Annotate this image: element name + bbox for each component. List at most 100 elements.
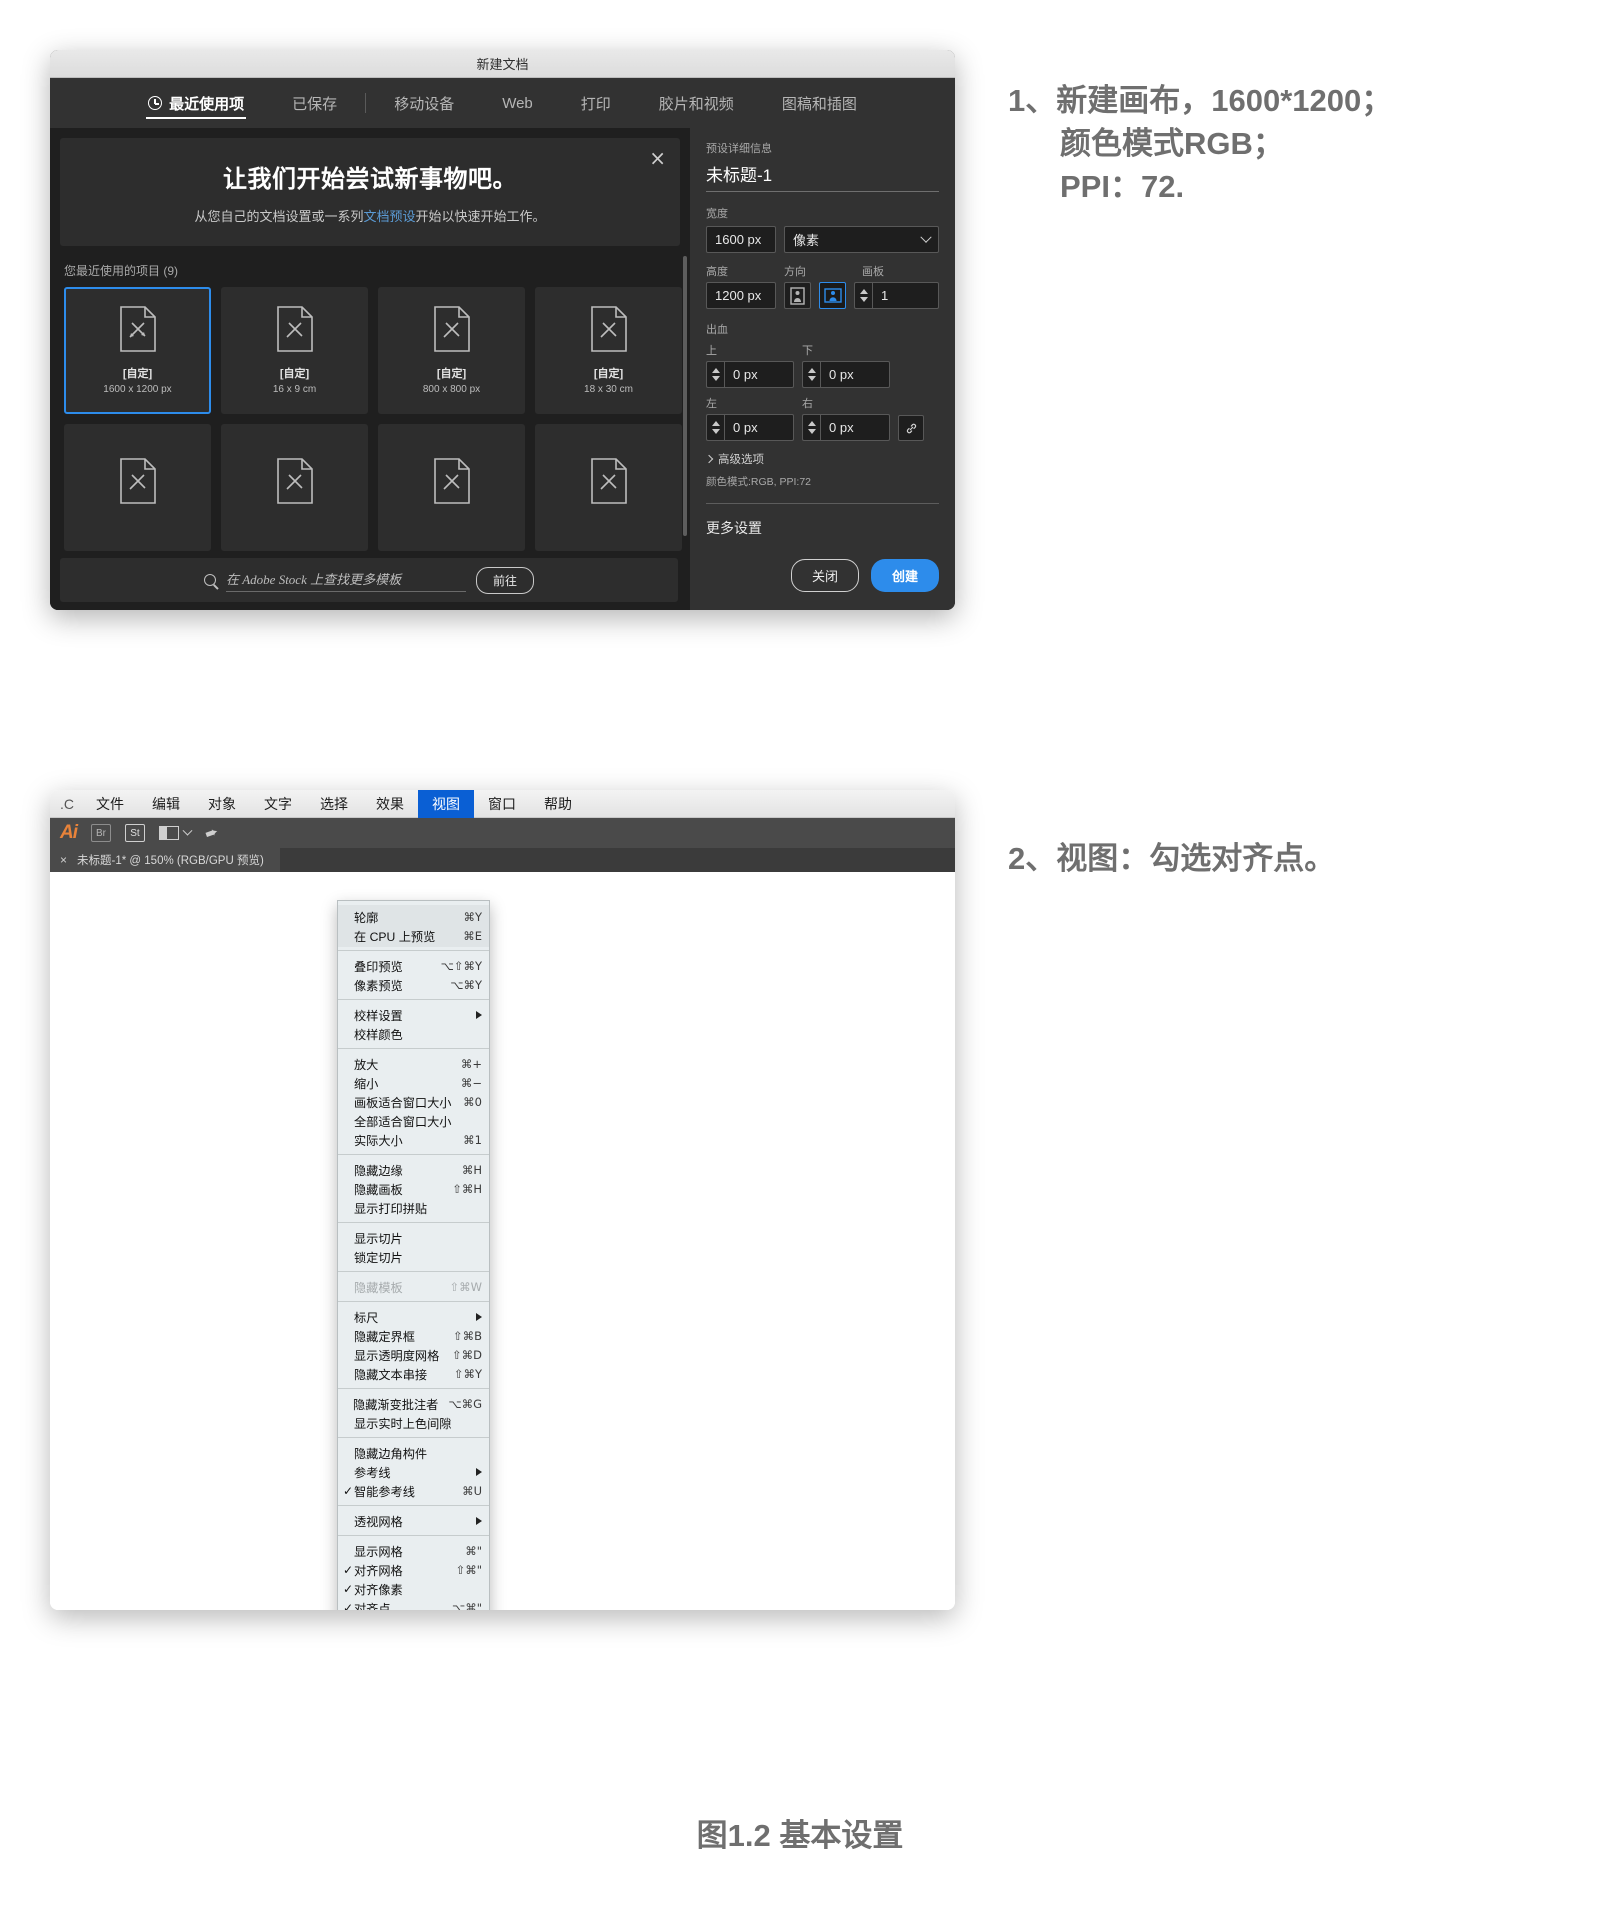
menu-item-hide-corner-widget[interactable]: 隐藏边角构件 bbox=[338, 1443, 489, 1462]
width-input[interactable]: 1600 px bbox=[706, 226, 776, 253]
menu-select[interactable]: 选择 bbox=[306, 790, 362, 818]
menu-item-snap-to-point[interactable]: ✓ 对齐点 ⌥⌘" bbox=[338, 1598, 489, 1610]
menu-item-shortcut: ⌘H bbox=[462, 1163, 482, 1177]
tab-web[interactable]: Web bbox=[478, 78, 557, 128]
recent-item-name: [自定] bbox=[594, 365, 623, 381]
bleed-top-stepper[interactable] bbox=[706, 361, 724, 388]
menu-item-smart-guides[interactable]: ✓ 智能参考线 ⌘U bbox=[338, 1481, 489, 1500]
bridge-icon[interactable]: Br bbox=[91, 824, 111, 842]
bleed-right-stepper[interactable] bbox=[802, 414, 820, 441]
bleed-left-label: 左 bbox=[706, 395, 794, 411]
link-bleed-icon[interactable] bbox=[898, 415, 924, 441]
menu-item-overprint-preview[interactable]: 叠印预览 ⌥⇧⌘Y bbox=[338, 956, 489, 975]
tab-recent[interactable]: 最近使用项 bbox=[124, 78, 268, 128]
menu-edit[interactable]: 编辑 bbox=[138, 790, 194, 818]
close-icon[interactable]: × bbox=[649, 148, 666, 168]
menu-separator bbox=[338, 1222, 489, 1223]
recent-item-card[interactable] bbox=[535, 424, 682, 551]
height-input[interactable]: 1200 px bbox=[706, 282, 776, 309]
menu-apple-app[interactable]: .C bbox=[54, 790, 82, 818]
recent-items-grid: [自定] 1600 x 1200 px [自定] 16 x 9 cm bbox=[50, 287, 690, 551]
menu-item-show-live-paint-gaps[interactable]: 显示实时上色间隙 bbox=[338, 1413, 489, 1432]
menu-item-hide-edges[interactable]: 隐藏边缘 ⌘H bbox=[338, 1160, 489, 1179]
recent-item-card[interactable]: [自定] 1600 x 1200 px bbox=[64, 287, 211, 414]
bleed-left-stepper[interactable] bbox=[706, 414, 724, 441]
menu-view[interactable]: 视图 bbox=[418, 790, 474, 818]
bleed-right-input[interactable]: 0 px bbox=[820, 414, 890, 441]
more-settings-button[interactable]: 更多设置 bbox=[706, 518, 939, 538]
tab-saved[interactable]: 已保存 bbox=[268, 78, 361, 128]
menu-item-shortcut: ⌘" bbox=[465, 1544, 482, 1558]
menu-item-actual-size[interactable]: 实际大小 ⌘1 bbox=[338, 1130, 489, 1149]
menu-item-hide-gradient-annotator[interactable]: 隐藏渐变批注者 ⌥⌘G bbox=[338, 1394, 489, 1413]
menu-item-hide-bounding-box[interactable]: 隐藏定界框 ⇧⌘B bbox=[338, 1326, 489, 1345]
tab-mobile[interactable]: 移动设备 bbox=[370, 78, 478, 128]
menu-item-zoom-in[interactable]: 放大 ⌘+ bbox=[338, 1054, 489, 1073]
orientation-landscape-button[interactable] bbox=[819, 282, 846, 309]
menu-item-show-print-tiling[interactable]: 显示打印拼贴 bbox=[338, 1198, 489, 1217]
menu-item-perspective-grid[interactable]: 透视网格 bbox=[338, 1511, 489, 1530]
close-button[interactable]: 关闭 bbox=[791, 559, 859, 592]
bleed-bottom-stepper[interactable] bbox=[802, 361, 820, 388]
menu-item-outline[interactable]: 轮廓 ⌘Y bbox=[338, 907, 489, 926]
menu-window[interactable]: 窗口 bbox=[474, 790, 530, 818]
units-select[interactable]: 像素 bbox=[784, 226, 939, 253]
menu-item-fit-artboard-in-window[interactable]: 画板适合窗口大小 ⌘0 bbox=[338, 1092, 489, 1111]
menu-file[interactable]: 文件 bbox=[82, 790, 138, 818]
menu-item-shortcut: ⌘− bbox=[461, 1076, 482, 1090]
tab-film-video[interactable]: 胶片和视频 bbox=[635, 78, 758, 128]
menu-item-proof-setup[interactable]: 校样设置 bbox=[338, 1005, 489, 1024]
menu-item-show-grid[interactable]: 显示网格 ⌘" bbox=[338, 1541, 489, 1560]
menu-effect[interactable]: 效果 bbox=[362, 790, 418, 818]
menu-item-lock-slices[interactable]: 锁定切片 bbox=[338, 1247, 489, 1266]
canvas-area[interactable]: 轮廓 ⌘Y 在 CPU 上预览 ⌘E 叠印预览 ⌥⇧⌘Y bbox=[50, 872, 955, 1610]
advanced-options-toggle[interactable]: 高级选项 bbox=[706, 451, 939, 467]
menu-item-label: 隐藏边缘 bbox=[354, 1161, 452, 1179]
menu-item-snap-to-grid[interactable]: ✓ 对齐网格 ⇧⌘" bbox=[338, 1560, 489, 1579]
menu-help[interactable]: 帮助 bbox=[530, 790, 586, 818]
recent-item-card[interactable]: [自定] 18 x 30 cm bbox=[535, 287, 682, 414]
rocket-icon[interactable]: ➨ bbox=[202, 821, 221, 844]
orientation-portrait-button[interactable] bbox=[784, 282, 811, 309]
menu-item-hide-artboards[interactable]: 隐藏画板 ⇧⌘H bbox=[338, 1179, 489, 1198]
menu-item-hide-text-threads[interactable]: 隐藏文本串接 ⇧⌘Y bbox=[338, 1364, 489, 1383]
stock-search-input[interactable] bbox=[226, 569, 466, 592]
bleed-bottom-input[interactable]: 0 px bbox=[820, 361, 890, 388]
dialog-titlebar: 新建文档 bbox=[50, 50, 955, 78]
menu-item-proof-colors[interactable]: 校样颜色 bbox=[338, 1024, 489, 1043]
document-tab[interactable]: × 未标题-1* @ 150% (RGB/GPU 预览) bbox=[50, 848, 280, 872]
orientation-label: 方向 bbox=[784, 263, 854, 279]
recent-item-card[interactable] bbox=[378, 424, 525, 551]
new-document-dialog: 新建文档 最近使用项 已保存 移动设备 Web 打印 胶片和视频 bbox=[50, 50, 955, 610]
menu-item-show-slices[interactable]: 显示切片 bbox=[338, 1228, 489, 1247]
menu-item-fit-all-in-window[interactable]: 全部适合窗口大小 bbox=[338, 1111, 489, 1130]
menu-item-pixel-preview[interactable]: 像素预览 ⌥⌘Y bbox=[338, 975, 489, 994]
menu-item-snap-to-pixel[interactable]: ✓ 对齐像素 bbox=[338, 1579, 489, 1598]
bleed-left-input[interactable]: 0 px bbox=[724, 414, 794, 441]
recent-item-card[interactable] bbox=[221, 424, 368, 551]
create-button[interactable]: 创建 bbox=[871, 559, 939, 592]
artboards-input[interactable]: 1 bbox=[872, 282, 939, 309]
recent-item-card[interactable]: [自定] 16 x 9 cm bbox=[221, 287, 368, 414]
recent-item-card[interactable] bbox=[64, 424, 211, 551]
menu-type[interactable]: 文字 bbox=[250, 790, 306, 818]
menu-item-guides[interactable]: 参考线 bbox=[338, 1462, 489, 1481]
bleed-top-input[interactable]: 0 px bbox=[724, 361, 794, 388]
document-name-input[interactable]: 未标题-1 bbox=[706, 161, 939, 192]
presets-scrollbar[interactable] bbox=[683, 256, 687, 536]
stock-icon[interactable]: St bbox=[125, 824, 145, 842]
close-icon[interactable]: × bbox=[60, 853, 67, 867]
menu-item-zoom-out[interactable]: 缩小 ⌘− bbox=[338, 1073, 489, 1092]
tab-print[interactable]: 打印 bbox=[557, 78, 635, 128]
tab-art-illustration[interactable]: 图稿和插图 bbox=[758, 78, 881, 128]
stock-go-button[interactable]: 前往 bbox=[476, 567, 534, 594]
menu-item-rulers[interactable]: 标尺 bbox=[338, 1307, 489, 1326]
menu-object[interactable]: 对象 bbox=[194, 790, 250, 818]
recent-item-card[interactable]: [自定] 800 x 800 px bbox=[378, 287, 525, 414]
arrange-documents-button[interactable] bbox=[159, 826, 191, 840]
document-presets-link[interactable]: 文档预设 bbox=[363, 209, 415, 224]
artboards-stepper[interactable] bbox=[854, 282, 872, 309]
menu-item-show-transparency-grid[interactable]: 显示透明度网格 ⇧⌘D bbox=[338, 1345, 489, 1364]
menu-item-preview-on-cpu[interactable]: 在 CPU 上预览 ⌘E bbox=[338, 926, 489, 945]
preset-category-tabs: 最近使用项 已保存 移动设备 Web 打印 胶片和视频 图稿和插图 bbox=[50, 78, 955, 128]
